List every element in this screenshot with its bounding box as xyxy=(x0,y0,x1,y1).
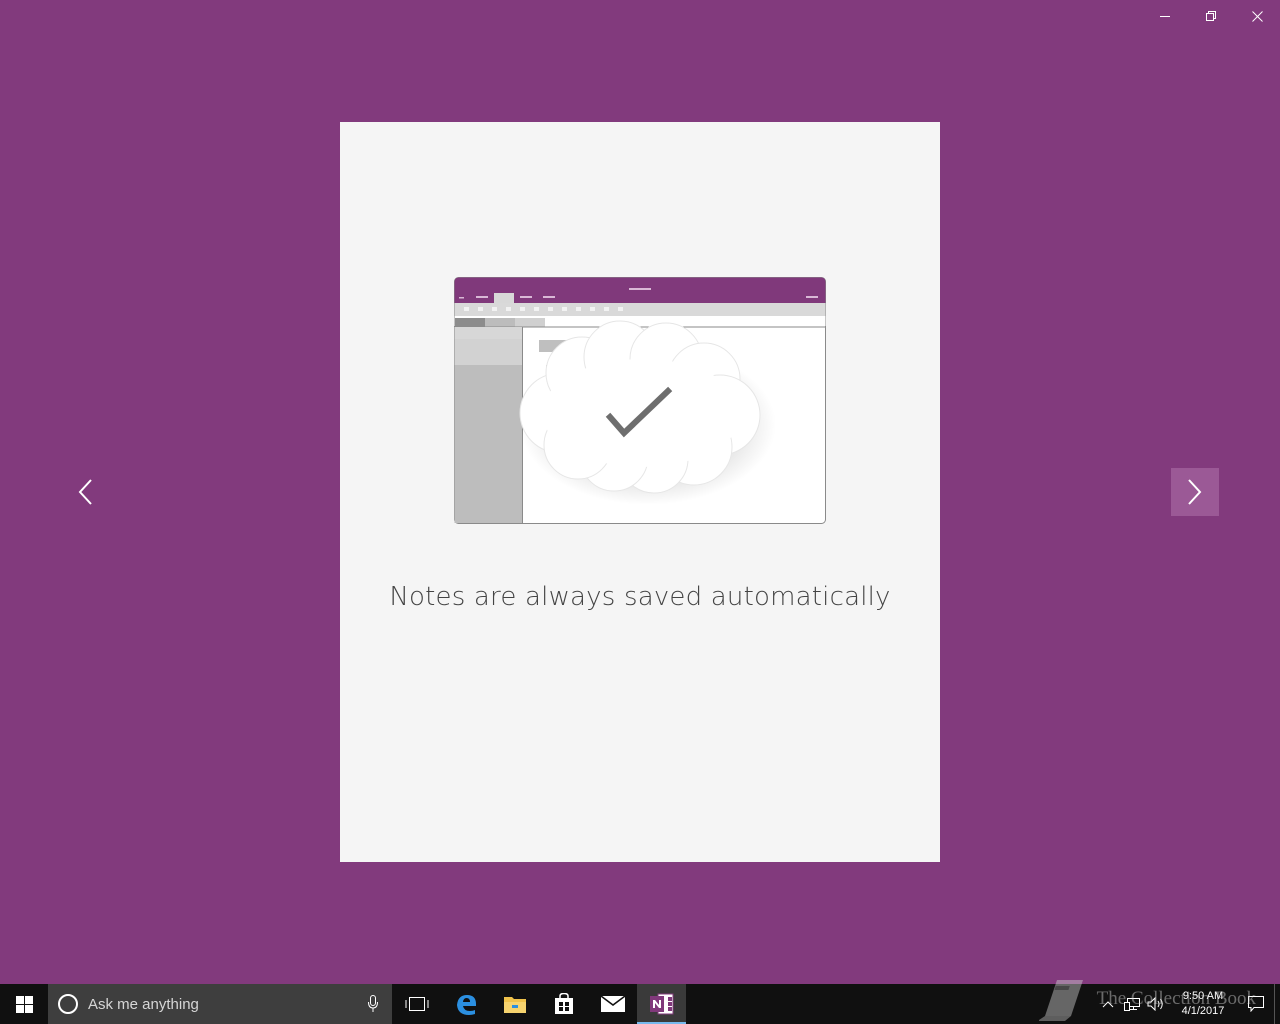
onenote-cloud-sync-illustration xyxy=(454,277,826,524)
onenote-icon xyxy=(649,993,673,1015)
task-view-icon xyxy=(405,997,428,1011)
start-button[interactable] xyxy=(0,984,48,1024)
restore-icon xyxy=(1206,11,1216,21)
action-center-button[interactable] xyxy=(1238,984,1274,1024)
window-controls xyxy=(1142,0,1280,32)
chevron-up-icon xyxy=(1102,1001,1114,1008)
minimize-button[interactable] xyxy=(1142,0,1188,32)
task-view-button[interactable] xyxy=(392,984,441,1024)
taskbar-app-file-explorer[interactable] xyxy=(490,984,539,1024)
taskbar-app-mail[interactable] xyxy=(588,984,637,1024)
taskbar-app-onenote[interactable] xyxy=(637,984,686,1024)
show-desktop-button[interactable] xyxy=(1274,984,1280,1024)
clock-time: 9:50 AM xyxy=(1182,990,1224,1002)
minimize-icon xyxy=(1160,16,1170,17)
volume-icon xyxy=(1147,997,1163,1011)
mail-icon xyxy=(600,996,625,1012)
taskbar-app-store[interactable] xyxy=(539,984,588,1024)
close-icon xyxy=(1251,10,1263,22)
store-icon xyxy=(554,993,573,1014)
clock-date: 4/1/2017 xyxy=(1181,1005,1225,1017)
network-button[interactable] xyxy=(1120,984,1144,1024)
restore-button[interactable] xyxy=(1188,0,1234,32)
previous-slide-button[interactable] xyxy=(61,468,109,516)
network-icon xyxy=(1124,998,1140,1011)
intro-card: Notes are always saved automatically xyxy=(340,122,940,862)
close-button[interactable] xyxy=(1234,0,1280,32)
folder-icon xyxy=(503,997,526,1013)
chevron-right-icon xyxy=(1188,479,1202,505)
taskbar-app-edge[interactable] xyxy=(441,984,490,1024)
next-slide-button[interactable] xyxy=(1171,468,1219,516)
show-hidden-icons-button[interactable] xyxy=(1096,984,1120,1024)
notification-icon xyxy=(1248,996,1264,1012)
taskbar: 9:50 AM 4/1/2017 xyxy=(0,984,1280,1024)
volume-button[interactable] xyxy=(1144,984,1168,1024)
search-input[interactable] xyxy=(88,995,348,1013)
chevron-left-icon xyxy=(78,479,92,505)
system-tray: 9:50 AM 4/1/2017 xyxy=(1096,984,1280,1024)
edge-icon xyxy=(456,995,476,1015)
microphone-icon[interactable] xyxy=(368,995,378,1013)
cortana-icon xyxy=(58,994,78,1014)
taskbar-clock[interactable]: 9:50 AM 4/1/2017 xyxy=(1168,989,1238,1019)
cortana-search-box[interactable] xyxy=(48,984,392,1024)
windows-logo-icon xyxy=(15,995,33,1013)
slide-caption: Notes are always saved automatically xyxy=(389,582,891,612)
